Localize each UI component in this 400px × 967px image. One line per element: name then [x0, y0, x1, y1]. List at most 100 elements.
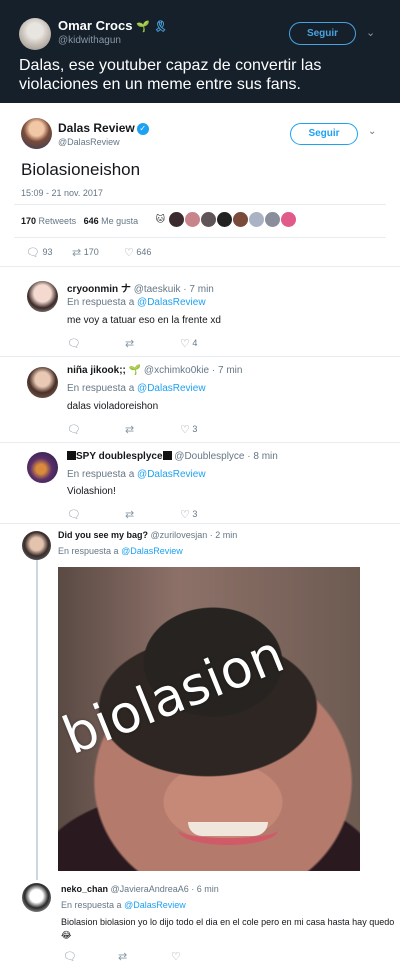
follow-button[interactable]: Seguir: [290, 123, 358, 145]
reply-author[interactable]: Did you see my bag? @zurilovesjan · 2 mi…: [58, 530, 237, 540]
liker-avatar[interactable]: [281, 212, 296, 227]
reply-button[interactable]: 🗨 93: [26, 246, 53, 259]
reply-button[interactable]: 🗨: [67, 423, 81, 436]
reply-author[interactable]: neko_chan @JavieraAndreaA6 · 6 min: [61, 884, 219, 894]
reply-count: 93: [42, 246, 53, 257]
liker-avatar[interactable]: [217, 212, 232, 227]
divider: [0, 523, 400, 524]
retweet-icon: ⇄: [72, 247, 82, 259]
reply-icon: 🗨: [63, 951, 77, 963]
mention-link[interactable]: @DalasReview: [137, 383, 206, 394]
reply-text: me voy a tatuar eso en la frente xd: [67, 315, 221, 326]
retweet-button[interactable]: ⇄: [125, 423, 134, 436]
tweet-actions: 🗨 93 ⇄ 170 ♡ 646: [26, 246, 186, 260]
in-reply-label: En respuesta a: [67, 469, 135, 480]
mention-link[interactable]: @DalasReview: [124, 900, 186, 910]
reply-button[interactable]: 🗨: [67, 508, 81, 521]
follow-button[interactable]: Seguir: [289, 22, 356, 45]
retweets-count[interactable]: 170: [21, 216, 36, 226]
user-handle-time: @xchimko0kie · 7 min: [143, 365, 243, 376]
retweet-button[interactable]: ⇄ 170: [72, 246, 99, 259]
avatar[interactable]: [21, 118, 52, 149]
user-name-label: neko_chan: [61, 884, 109, 894]
mention-link[interactable]: @DalasReview: [137, 297, 206, 308]
avatar[interactable]: [22, 883, 51, 912]
avatar[interactable]: [22, 531, 51, 560]
user-handle-time: @taeskuik · 7 min: [133, 284, 214, 295]
heart-icon: ♡: [124, 247, 134, 259]
in-reply-to: En respuesta a @DalasReview: [67, 383, 206, 394]
liker-avatar[interactable]: [249, 212, 264, 227]
like-button[interactable]: ♡ 646: [124, 246, 151, 259]
in-reply-label: En respuesta a: [61, 900, 122, 910]
reply-icon: 🗨: [67, 424, 81, 436]
reply-actions: 🗨 ⇄ ♡ 3: [67, 508, 217, 522]
thread-line: [36, 560, 38, 880]
like-button[interactable]: ♡: [171, 950, 181, 963]
reply-author[interactable]: niña jikook;; 🌱 @xchimko0kie · 7 min: [67, 365, 242, 376]
likes-label[interactable]: Me gusta: [101, 216, 138, 226]
reply-author[interactable]: cryoonmin ナ @taeskuik · 7 min: [67, 280, 214, 295]
user-handle[interactable]: @DalasReview: [58, 137, 120, 147]
like-count: 646: [136, 246, 152, 257]
reply-author[interactable]: SPY doublesplyce @Doublesplyce · 8 min: [67, 451, 278, 462]
ribbon-icon: 🎗: [153, 21, 168, 33]
chevron-down-icon[interactable]: ⌄: [366, 26, 375, 39]
retweets-label[interactable]: Retweets: [39, 216, 77, 226]
divider: [14, 204, 386, 205]
like-button[interactable]: ♡ 4: [180, 337, 197, 350]
likes-count[interactable]: 646: [84, 216, 99, 226]
retweet-icon: ⇄: [125, 338, 135, 350]
user-handle-time: @zurilovesjan · 2 min: [150, 530, 238, 540]
like-button[interactable]: ♡ 3: [180, 508, 197, 521]
chevron-down-icon[interactable]: ⌄: [368, 126, 376, 137]
reply-icon: 🗨: [67, 509, 81, 521]
liker-avatar[interactable]: [265, 212, 280, 227]
user-handle[interactable]: @kidwithagun: [58, 35, 121, 46]
user-name-label: Omar Crocs: [58, 18, 133, 33]
heart-icon: ♡: [171, 951, 181, 963]
reply-button[interactable]: 🗨: [67, 337, 81, 350]
user-name[interactable]: Dalas Review ✓: [58, 121, 149, 135]
tweet-timestamp[interactable]: 15:09 - 21 nov. 2017: [21, 188, 103, 198]
heart-icon: ♡: [180, 424, 190, 436]
in-reply-label: En respuesta a: [67, 383, 135, 394]
user-name-label: SPY doublesplyce: [76, 451, 163, 462]
avatar[interactable]: [27, 452, 58, 483]
in-reply-to: En respuesta a @DalasReview: [67, 469, 206, 480]
retweet-icon: ⇄: [125, 509, 135, 521]
avatar[interactable]: [19, 18, 51, 50]
user-name-label: Dalas Review: [58, 121, 135, 135]
photo-caption: biolasion: [58, 624, 293, 767]
liker-avatar[interactable]: [233, 212, 248, 227]
retweet-button[interactable]: ⇄: [125, 508, 134, 521]
in-reply-label: En respuesta a: [58, 546, 119, 556]
retweet-button[interactable]: ⇄: [118, 950, 127, 963]
avatar[interactable]: [27, 367, 58, 398]
user-handle-time: @Doublesplyce · 8 min: [174, 451, 278, 462]
like-count: 4: [192, 337, 198, 348]
mention-link[interactable]: @DalasReview: [137, 469, 206, 480]
reply-text: Violashion!: [67, 486, 116, 497]
photo-teeth: [188, 822, 268, 836]
reply-button[interactable]: 🗨: [63, 950, 77, 963]
black-square-icon: [67, 451, 76, 460]
reply-text: Biolasion biolasion yo lo dijo todo el d…: [61, 917, 395, 940]
in-reply-to: En respuesta a @DalasReview: [58, 546, 183, 556]
liker-avatar[interactable]: [185, 212, 200, 227]
retweet-button[interactable]: ⇄: [125, 337, 134, 350]
attached-photo[interactable]: biolasion: [58, 567, 360, 871]
liker-avatar[interactable]: [201, 212, 216, 227]
user-handle-time: @JavieraAndreaA6 · 6 min: [110, 884, 219, 894]
liker-avatar[interactable]: [169, 212, 184, 227]
verified-badge-icon: ✓: [136, 123, 149, 135]
in-reply-to: En respuesta a @DalasReview: [67, 297, 206, 308]
user-name-suffix: ナ: [120, 284, 131, 295]
heart-icon: ♡: [180, 509, 190, 521]
liker-avatar[interactable]: 🐱: [153, 212, 168, 227]
like-count: 3: [192, 423, 198, 434]
mention-link[interactable]: @DalasReview: [121, 546, 183, 556]
like-button[interactable]: ♡ 3: [180, 423, 197, 436]
avatar[interactable]: [27, 281, 58, 312]
user-name[interactable]: Omar Crocs 🌱 🎗: [58, 18, 167, 33]
